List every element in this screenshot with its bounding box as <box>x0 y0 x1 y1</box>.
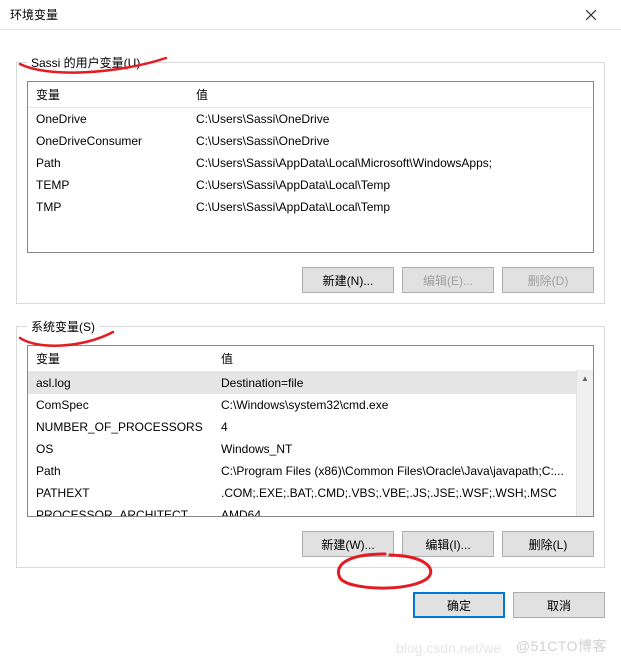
cell-variable: Path <box>28 152 188 174</box>
system-scrollbar[interactable]: ▲ <box>576 370 593 516</box>
cell-value: C:\Users\Sassi\AppData\Local\Microsoft\W… <box>188 152 593 174</box>
table-row[interactable]: OneDriveC:\Users\Sassi\OneDrive <box>28 108 593 131</box>
close-icon <box>586 10 596 20</box>
cell-variable: Path <box>28 460 213 482</box>
system-variables-legend: 系统变量(S) <box>27 318 99 335</box>
cell-value: C:\Users\Sassi\AppData\Local\Temp <box>188 196 593 218</box>
close-button[interactable] <box>571 0 611 30</box>
user-col-value[interactable]: 值 <box>188 82 593 108</box>
system-buttons-row: 新建(W)... 编辑(I)... 删除(L) <box>27 531 594 557</box>
table-row[interactable]: asl.logDestination=file <box>28 372 593 395</box>
user-col-variable[interactable]: 变量 <box>28 82 188 108</box>
user-edit-button[interactable]: 编辑(E)... <box>402 267 494 293</box>
watermark-csdn: blog.csdn.net/we <box>396 640 501 656</box>
sys-col-value[interactable]: 值 <box>213 346 593 372</box>
cell-value: C:\Program Files (x86)\Common Files\Orac… <box>213 460 593 482</box>
table-row[interactable]: ComSpecC:\Windows\system32\cmd.exe <box>28 394 593 416</box>
cell-value: Windows_NT <box>213 438 593 460</box>
cell-variable: ComSpec <box>28 394 213 416</box>
dialog-content: Sassi 的用户变量(U) 变量 值 OneDriveC:\Users\Sas… <box>0 30 621 578</box>
dialog-buttons-row: 确定 取消 <box>0 578 621 618</box>
user-buttons-row: 新建(N)... 编辑(E)... 删除(D) <box>27 267 594 293</box>
cell-variable: PROCESSOR_ARCHITECT... <box>28 504 213 517</box>
system-variables-table-wrap: 变量 值 asl.logDestination=fileComSpecC:\Wi… <box>27 345 594 517</box>
watermark-51cto: @51CTO博客 <box>516 636 607 656</box>
window-title: 环境变量 <box>10 6 571 23</box>
user-variables-legend: Sassi 的用户变量(U) <box>27 54 144 71</box>
system-variables-group: 系统变量(S) 变量 值 asl.logDestination=fileComS… <box>16 318 605 568</box>
cell-value: C:\Windows\system32\cmd.exe <box>213 394 593 416</box>
cell-variable: NUMBER_OF_PROCESSORS <box>28 416 213 438</box>
scroll-up-icon[interactable]: ▲ <box>577 370 593 387</box>
sys-col-variable[interactable]: 变量 <box>28 346 213 372</box>
cancel-button[interactable]: 取消 <box>513 592 605 618</box>
user-new-button[interactable]: 新建(N)... <box>302 267 394 293</box>
cell-value: Destination=file <box>213 372 593 395</box>
cell-variable: OneDriveConsumer <box>28 130 188 152</box>
table-row[interactable]: TEMPC:\Users\Sassi\AppData\Local\Temp <box>28 174 593 196</box>
system-new-button[interactable]: 新建(W)... <box>302 531 394 557</box>
table-row[interactable]: NUMBER_OF_PROCESSORS4 <box>28 416 593 438</box>
cell-value: C:\Users\Sassi\AppData\Local\Temp <box>188 174 593 196</box>
ok-button[interactable]: 确定 <box>413 592 505 618</box>
cell-variable: PATHEXT <box>28 482 213 504</box>
cell-variable: OneDrive <box>28 108 188 131</box>
cell-variable: TMP <box>28 196 188 218</box>
system-edit-button[interactable]: 编辑(I)... <box>402 531 494 557</box>
table-row[interactable]: OneDriveConsumerC:\Users\Sassi\OneDrive <box>28 130 593 152</box>
table-row[interactable]: PathC:\Users\Sassi\AppData\Local\Microso… <box>28 152 593 174</box>
system-variables-table[interactable]: 变量 值 asl.logDestination=fileComSpecC:\Wi… <box>28 346 593 517</box>
user-variables-group: Sassi 的用户变量(U) 变量 值 OneDriveC:\Users\Sas… <box>16 54 605 304</box>
titlebar: 环境变量 <box>0 0 621 30</box>
user-variables-table-wrap: 变量 值 OneDriveC:\Users\Sassi\OneDriveOneD… <box>27 81 594 253</box>
table-row[interactable]: PATHEXT.COM;.EXE;.BAT;.CMD;.VBS;.VBE;.JS… <box>28 482 593 504</box>
cell-value: 4 <box>213 416 593 438</box>
cell-variable: TEMP <box>28 174 188 196</box>
cell-value: C:\Users\Sassi\OneDrive <box>188 108 593 131</box>
cell-value: C:\Users\Sassi\OneDrive <box>188 130 593 152</box>
user-delete-button[interactable]: 删除(D) <box>502 267 594 293</box>
system-delete-button[interactable]: 删除(L) <box>502 531 594 557</box>
table-row[interactable]: PathC:\Program Files (x86)\Common Files\… <box>28 460 593 482</box>
table-row[interactable]: PROCESSOR_ARCHITECT...AMD64 <box>28 504 593 517</box>
user-variables-table[interactable]: 变量 值 OneDriveC:\Users\Sassi\OneDriveOneD… <box>28 82 593 218</box>
cell-value: AMD64 <box>213 504 593 517</box>
table-row[interactable]: OSWindows_NT <box>28 438 593 460</box>
cell-variable: OS <box>28 438 213 460</box>
table-row[interactable]: TMPC:\Users\Sassi\AppData\Local\Temp <box>28 196 593 218</box>
cell-value: .COM;.EXE;.BAT;.CMD;.VBS;.VBE;.JS;.JSE;.… <box>213 482 593 504</box>
cell-variable: asl.log <box>28 372 213 395</box>
